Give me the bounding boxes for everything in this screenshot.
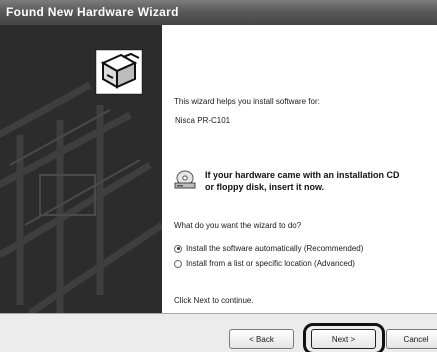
option-from-list-label[interactable]: Install from a list or specific location… xyxy=(186,259,355,268)
cd-text-line-1: If your hardware came with an installati… xyxy=(205,170,400,180)
next-button[interactable]: Next > xyxy=(311,329,376,349)
cancel-button[interactable]: Cancel xyxy=(386,329,437,349)
continue-text: Click Next to continue. xyxy=(174,296,254,305)
question-text: What do you want the wizard to do? xyxy=(174,221,302,230)
cd-drive-icon xyxy=(174,170,196,190)
window-title: Found New Hardware Wizard xyxy=(6,5,179,19)
wizard-window: Found New Hardware Wizard This wizard he… xyxy=(0,0,437,352)
radio-automatic[interactable] xyxy=(174,244,182,253)
cd-text-line-2: or floppy disk, insert it now. xyxy=(205,182,325,192)
hardware-install-icon xyxy=(95,49,143,95)
wizard-banner xyxy=(0,25,162,313)
option-install-from-list[interactable]: Install from a list or specific location… xyxy=(174,259,355,268)
radio-from-list[interactable] xyxy=(174,259,182,268)
option-install-automatic[interactable]: Install the software automatically (Reco… xyxy=(174,244,363,253)
insert-media-instructions: If your hardware came with an installati… xyxy=(205,169,400,193)
button-bar: < Back Next > Cancel xyxy=(0,313,437,352)
device-name: Nisca PR-C101 xyxy=(175,116,231,125)
back-button[interactable]: < Back xyxy=(229,329,294,349)
option-automatic-label[interactable]: Install the software automatically (Reco… xyxy=(186,244,363,253)
title-bar[interactable]: Found New Hardware Wizard xyxy=(0,0,437,25)
intro-text: This wizard helps you install software f… xyxy=(174,97,320,106)
